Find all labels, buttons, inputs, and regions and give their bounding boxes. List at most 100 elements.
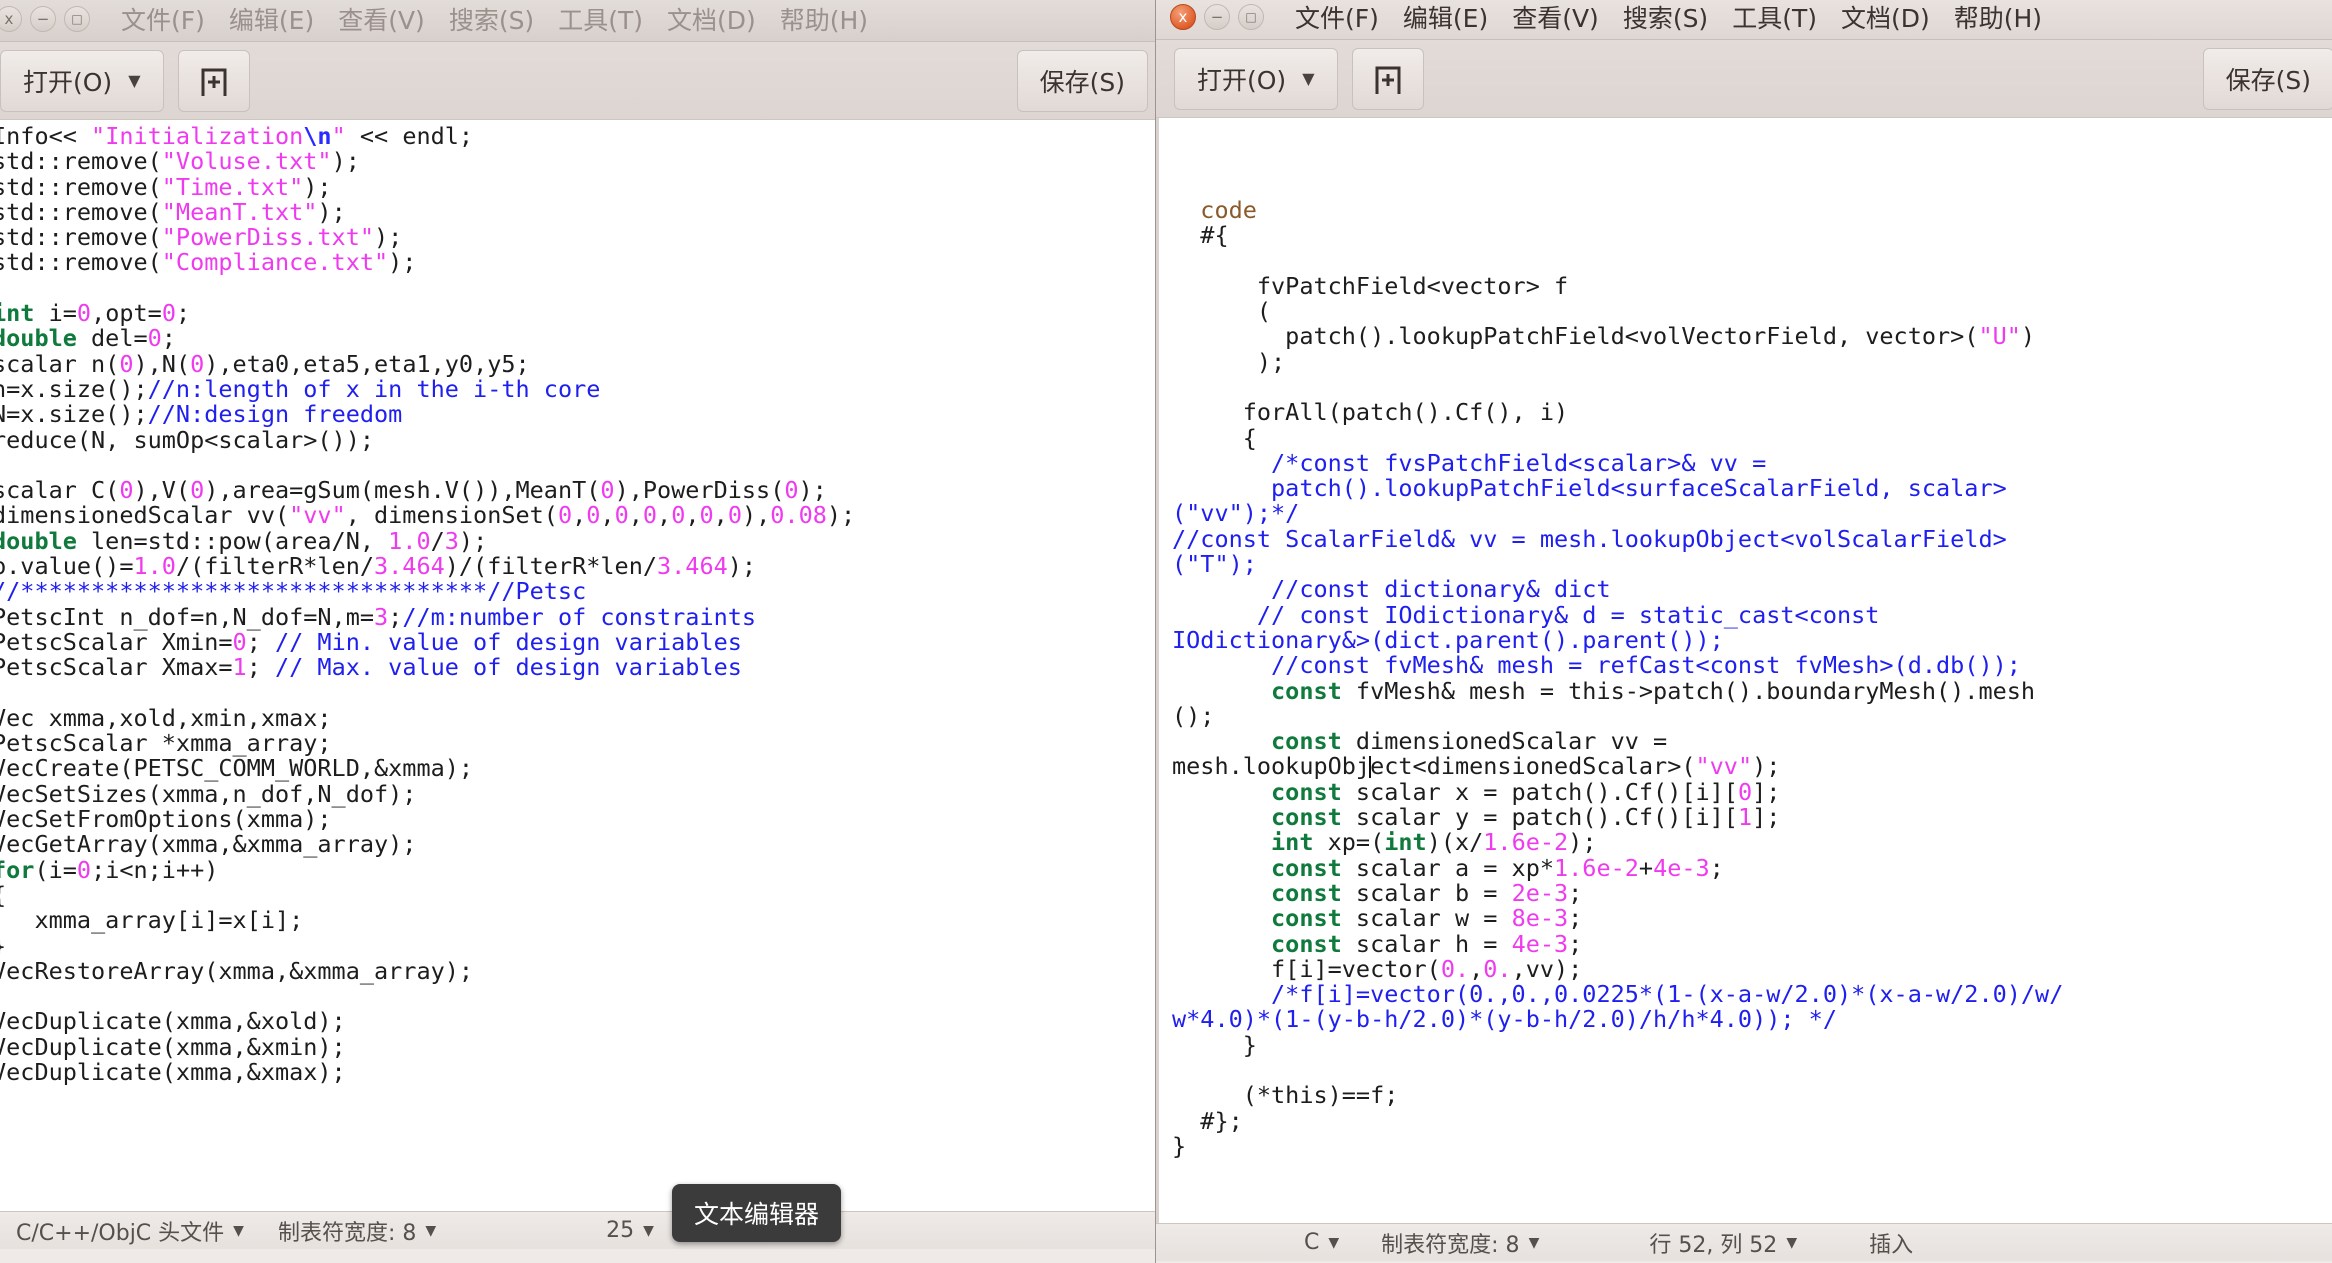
code-token: //m:number of constraints: [402, 602, 757, 631]
code-line: }: [1172, 1133, 2332, 1159]
open-button[interactable]: 打开(O) ▼: [0, 49, 164, 112]
cursor-position-label: 行 52, 列 52: [1649, 1232, 1778, 1258]
code-editor-right[interactable]: code #{ fvPatchField<vector> f ( patch()…: [1156, 118, 2332, 1223]
language-selector-right[interactable]: C ▼: [1304, 1230, 1339, 1255]
code-token: for: [0, 855, 35, 884]
code-line: VecCreate(PETSC_COMM_WORLD,&xmma);: [0, 756, 1166, 781]
save-button[interactable]: 保存(S): [1016, 49, 1148, 112]
minimize-button[interactable]: −: [1204, 3, 1230, 30]
code-token: 0: [76, 855, 92, 884]
code-line: mesh.lookupObject<dimensionedScalar>("vv…: [1172, 754, 2332, 779]
code-token: //*********************************//Pet…: [0, 577, 587, 606]
toolbar-left[interactable]: 打开(O) ▼ 保存(S): [0, 42, 1166, 120]
menu-file[interactable]: 文件(F): [1284, 0, 1390, 37]
code-token: scalar y = patch().Cf()[i][: [1341, 803, 1738, 832]
code-token: 0: [557, 501, 573, 530]
menu-edit[interactable]: 编辑(E): [218, 0, 325, 39]
code-token: 0: [699, 501, 714, 530]
menu-help[interactable]: 帮助(H): [769, 0, 879, 39]
window-controls-right[interactable]: x − □: [1170, 3, 1264, 30]
code-token: //N:design freedom: [147, 400, 403, 429]
code-token: patch().lookupPatchField<surfaceScalarFi…: [1172, 474, 2007, 503]
code-token: );: [1172, 347, 1286, 376]
code-line: VecDuplicate(xmma,&xold);: [0, 1009, 1166, 1034]
code-line: std::remove("Compliance.txt");: [0, 250, 1166, 275]
code-token: 4e-3: [1511, 929, 1569, 958]
code-token: scalar w =: [1341, 904, 1512, 933]
code-line: std::remove("Time.txt");: [0, 172, 1166, 201]
insert-mode-right[interactable]: 插入: [1869, 1227, 1913, 1259]
open-button-label: 打开(O): [23, 67, 113, 97]
code-token: // Min. value of design variables: [274, 627, 742, 656]
code-token: const: [1172, 777, 1342, 806]
code-editor-left[interactable]: Info<< "Initialization\n" << endl; std::r…: [0, 120, 1166, 1211]
code-token: len=std::pow(area/N,: [76, 526, 389, 555]
menu-search[interactable]: 搜索(S): [438, 0, 545, 39]
code-token: );: [374, 223, 403, 252]
menu-search[interactable]: 搜索(S): [1612, 0, 1719, 37]
tab-width-label: 制表符宽度: 8: [1381, 1232, 1520, 1258]
code-token: // Max. value of design variables: [274, 653, 742, 682]
close-button[interactable]: x: [1170, 3, 1196, 30]
menu-documents[interactable]: 文档(D): [1830, 0, 1941, 37]
code-token: "Time.txt": [161, 172, 304, 201]
code-token: //const dictionary& dict: [1172, 575, 1611, 604]
code-token: ),area=gSum(mesh.V()),MeanT(: [204, 476, 601, 505]
code-token: 8e-3: [1511, 904, 1569, 933]
code-token: dimensionedScalar vv(: [0, 501, 290, 530]
code-line: patch().lookupPatchField<surfaceScalarFi…: [1172, 476, 2332, 501]
code-token: +: [1638, 853, 1654, 882]
code-line: VecSetSizes(xmma,n_dof,N_dof);: [0, 781, 1166, 807]
statusbar-right: C ▼ 制表符宽度: 8 ▼ 行 52, 列 52 ▼ 插入: [1156, 1223, 2332, 1261]
text-editor-window-left[interactable]: x − □ 文件(F) 编辑(E) 查看(V) 搜索(S) 工具(T) 文档(D…: [0, 0, 1166, 1263]
menubar-right[interactable]: 文件(F) 编辑(E) 查看(V) 搜索(S) 工具(T) 文档(D) 帮助(H…: [1284, 0, 2053, 37]
open-button[interactable]: 打开(O) ▼: [1174, 47, 1338, 110]
maximize-button[interactable]: □: [64, 5, 90, 32]
chevron-down-icon: ▼: [425, 1222, 437, 1239]
minimize-button[interactable]: −: [30, 5, 56, 32]
code-token: const: [1172, 853, 1342, 882]
code-token: const: [1172, 904, 1342, 933]
menu-help[interactable]: 帮助(H): [1943, 0, 2053, 37]
code-token: scalar n(: [0, 349, 120, 378]
menu-edit[interactable]: 编辑(E): [1392, 0, 1499, 37]
text-editor-window-right[interactable]: x − □ 文件(F) 编辑(E) 查看(V) 搜索(S) 工具(T) 文档(D…: [1156, 0, 2332, 1263]
code-token: VecDuplicate(xmma,&xmax);: [0, 1057, 346, 1086]
menu-view[interactable]: 查看(V): [327, 0, 436, 39]
titlebar-right[interactable]: x − □ 文件(F) 编辑(E) 查看(V) 搜索(S) 工具(T) 文档(D…: [1156, 0, 2332, 40]
code-token: );: [317, 197, 346, 226]
window-controls-left[interactable]: x − □: [0, 5, 90, 32]
menu-tools[interactable]: 工具(T): [1721, 0, 1828, 37]
code-token: );: [826, 501, 856, 530]
toolbar-right[interactable]: 打开(O) ▼ 保存(S): [1156, 40, 2332, 118]
code-line: std::remove("PowerDiss.txt");: [0, 225, 1166, 250]
menu-view[interactable]: 查看(V): [1501, 0, 1610, 37]
tab-width-selector-left[interactable]: 制表符宽度: 8 ▼: [278, 1215, 436, 1247]
code-line: #{: [1172, 223, 2332, 248]
code-line: N=x.size();//N:design freedom: [0, 402, 1166, 427]
code-token: /: [430, 526, 445, 555]
titlebar-left[interactable]: x − □ 文件(F) 编辑(E) 查看(V) 搜索(S) 工具(T) 文档(D…: [0, 0, 1166, 42]
code-token: ;: [161, 324, 176, 353]
new-document-button[interactable]: [1351, 47, 1424, 110]
menu-documents[interactable]: 文档(D): [656, 0, 767, 39]
code-token: );: [1752, 752, 1781, 781]
tab-width-selector-right[interactable]: 制表符宽度: 8 ▼: [1381, 1227, 1539, 1259]
code-line: );: [1172, 347, 2332, 376]
code-line: fvPatchField<vector> f: [1172, 273, 2332, 299]
code-token: 0: [190, 476, 205, 505]
menubar-left[interactable]: 文件(F) 编辑(E) 查看(V) 搜索(S) 工具(T) 文档(D) 帮助(H…: [110, 0, 879, 39]
menu-file[interactable]: 文件(F): [110, 0, 216, 39]
new-document-icon: [1375, 66, 1400, 94]
code-token: ),V(: [133, 476, 191, 505]
close-button[interactable]: x: [0, 5, 22, 32]
maximize-button[interactable]: □: [1238, 3, 1264, 30]
save-button[interactable]: 保存(S): [2202, 47, 2332, 110]
code-token: b.value()=: [0, 552, 134, 581]
menu-tools[interactable]: 工具(T): [547, 0, 654, 39]
code-line: const dimensionedScalar vv =: [1172, 728, 2332, 754]
new-document-button[interactable]: [177, 49, 250, 112]
language-selector-left[interactable]: C/C++/ObjC 头文件 ▼: [16, 1215, 244, 1247]
